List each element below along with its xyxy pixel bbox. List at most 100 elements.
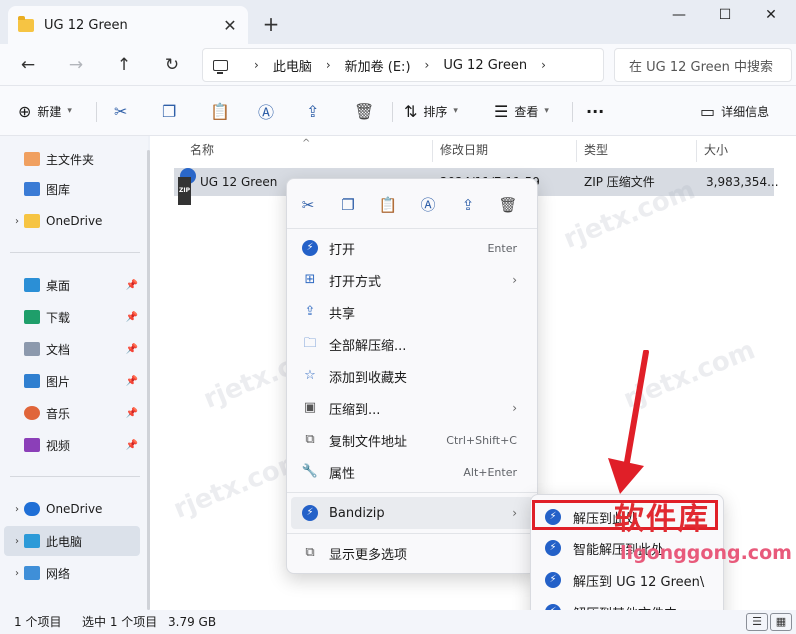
sidebar-item-this-pc[interactable]: › 此电脑 xyxy=(4,526,140,556)
sidebar-item-label: 视频 xyxy=(46,438,71,453)
address-bar[interactable]: › 此电脑 › 新加卷 (E:) › UG 12 Green › xyxy=(202,48,604,82)
copy-icon[interactable]: ❐ xyxy=(335,193,361,217)
music-icon xyxy=(24,406,40,420)
menu-item-compress-to[interactable]: ▣ 压缩到... › xyxy=(291,392,533,424)
chevron-right-icon[interactable]: › xyxy=(10,216,24,227)
chevron-right-icon[interactable]: › xyxy=(10,504,24,515)
sidebar-item-gallery[interactable]: 图库 xyxy=(4,174,140,204)
list-view-icon: ☰ xyxy=(494,101,509,121)
share-icon: ⇪ xyxy=(306,101,320,121)
menu-item-add-favorites[interactable]: ☆ 添加到收藏夹 xyxy=(291,360,533,392)
menu-item-label: 复制文件地址 xyxy=(329,434,408,450)
submenu-item-extract-to-folder[interactable]: ⚡ 解压到 UG 12 Green\ xyxy=(535,565,719,595)
cut-button[interactable]: ✂ xyxy=(114,98,133,124)
close-window-button[interactable]: ✕ xyxy=(748,0,794,32)
picture-icon xyxy=(24,374,40,388)
sidebar-item-music[interactable]: 音乐 📌 xyxy=(4,398,140,428)
new-tab-button[interactable]: + xyxy=(258,12,284,38)
rename-icon[interactable]: Ⓐ xyxy=(415,193,441,217)
copy-button[interactable]: ❐ xyxy=(162,98,182,124)
menu-item-properties[interactable]: 🔧 属性 Alt+Enter xyxy=(291,456,533,488)
menu-shortcut: Enter xyxy=(487,241,517,255)
trash-icon[interactable]: 🗑 xyxy=(495,193,521,217)
menu-item-open-with[interactable]: ⊞ 打开方式 › xyxy=(291,264,533,296)
column-header-size[interactable]: 大小 xyxy=(704,136,728,164)
sidebar-item-downloads[interactable]: 下载 📌 xyxy=(4,302,140,332)
bandizip-icon: ⚡ xyxy=(545,572,561,588)
refresh-button[interactable]: ↻ xyxy=(158,52,186,78)
new-label: 新建 xyxy=(37,104,62,119)
paste-button[interactable]: 📋 xyxy=(210,98,236,124)
column-header-name[interactable]: 名称 xyxy=(190,136,214,164)
new-button[interactable]: ⊕ 新建 ▾ xyxy=(18,98,72,124)
menu-item-label: 打开 xyxy=(329,242,356,258)
menu-shortcut: Ctrl+Shift+C xyxy=(446,433,517,447)
trash-icon: 🗑 xyxy=(354,101,375,121)
sidebar-item-videos[interactable]: 视频 📌 xyxy=(4,430,140,460)
sidebar-item-label: 音乐 xyxy=(46,406,71,421)
details-pane-button[interactable]: ▭ 详细信息 xyxy=(700,98,769,124)
chevron-right-icon: › xyxy=(512,401,517,415)
download-icon xyxy=(24,310,40,324)
menu-divider xyxy=(287,533,537,534)
sidebar-item-desktop[interactable]: 桌面 📌 xyxy=(4,270,140,300)
chevron-right-icon[interactable]: › xyxy=(10,536,24,547)
sort-label: 排序 xyxy=(423,104,448,119)
sidebar-item-pictures[interactable]: 图片 📌 xyxy=(4,366,140,396)
brand-url-text: ligonggong.com xyxy=(620,542,792,564)
menu-item-bandizip[interactable]: ⚡ Bandizip › xyxy=(291,497,533,529)
column-divider[interactable] xyxy=(576,140,577,162)
details-view-button[interactable]: ☰ xyxy=(746,613,768,631)
column-divider[interactable] xyxy=(432,140,433,162)
network-icon xyxy=(24,566,40,580)
sidebar-item-onedrive-personal[interactable]: › OneDrive xyxy=(4,494,140,524)
chevron-right-icon[interactable]: › xyxy=(10,568,24,579)
column-header-type[interactable]: 类型 xyxy=(584,136,608,164)
menu-item-label: 打开方式 xyxy=(329,274,382,290)
tab-ug12green[interactable]: UG 12 Green ✕ xyxy=(8,6,248,44)
up-button[interactable]: ↑ xyxy=(110,52,138,78)
chevron-down-icon: ▾ xyxy=(67,106,72,116)
sidebar-item-home[interactable]: 主文件夹 xyxy=(4,144,140,174)
column-header-modified[interactable]: 修改日期 xyxy=(440,136,488,164)
sidebar-item-network[interactable]: › 网络 xyxy=(4,558,140,588)
share-button[interactable]: ⇪ xyxy=(306,98,325,124)
context-menu: ✂ ❐ 📋 Ⓐ ⇪ 🗑 ⚡ 打开 Enter ⊞ 打开方式 › ⇪ 共享 🗀 全… xyxy=(286,178,538,574)
more-options-button[interactable]: ··· xyxy=(586,98,604,124)
menu-item-extract-all[interactable]: 🗀 全部解压缩... xyxy=(291,328,533,360)
sidebar-item-documents[interactable]: 文档 📌 xyxy=(4,334,140,364)
minimize-button[interactable]: — xyxy=(656,0,702,32)
toolbar-divider xyxy=(572,102,573,122)
red-arrow-annotation xyxy=(608,350,649,494)
forward-button[interactable]: → xyxy=(62,52,90,78)
title-bar: UG 12 Green ✕ + — ☐ ✕ xyxy=(0,0,796,44)
cut-icon[interactable]: ✂ xyxy=(295,193,321,217)
breadcrumb-drive-e[interactable]: 新加卷 (E:) xyxy=(345,56,411,75)
menu-item-show-more[interactable]: ⧉ 显示更多选项 xyxy=(291,537,533,569)
command-bar: ⊕ 新建 ▾ ✂ ❐ 📋 Ⓐ ⇪ 🗑 ⇅ 排序 ▾ ☰ 查看 ▾ ··· ▭ 详… xyxy=(0,86,796,136)
paste-icon[interactable]: 📋 xyxy=(375,193,401,217)
computer-icon xyxy=(213,59,228,74)
menu-item-copy-path[interactable]: ⧉ 复制文件地址 Ctrl+Shift+C xyxy=(291,424,533,456)
sort-button[interactable]: ⇅ 排序 ▾ xyxy=(404,98,458,124)
menu-shortcut: Alt+Enter xyxy=(463,465,517,479)
menu-item-open[interactable]: ⚡ 打开 Enter xyxy=(291,232,533,264)
delete-button[interactable]: 🗑 xyxy=(354,98,380,124)
column-divider[interactable] xyxy=(696,140,697,162)
breadcrumb-this-pc[interactable]: 此电脑 xyxy=(273,56,312,75)
tab-close-button[interactable]: ✕ xyxy=(218,16,242,35)
breadcrumb-folder[interactable]: UG 12 Green xyxy=(443,58,527,73)
rename-button[interactable]: Ⓐ xyxy=(258,98,280,124)
share-icon[interactable]: ⇪ xyxy=(455,193,481,217)
sidebar-item-onedrive[interactable]: › OneDrive xyxy=(4,206,140,236)
tiles-view-button[interactable]: ▦ xyxy=(770,613,792,631)
search-input[interactable]: 在 UG 12 Green 中搜索 xyxy=(614,48,792,82)
pin-icon: 📌 xyxy=(125,407,138,419)
navigation-pane: 主文件夹 图库 › OneDrive 桌面 📌 下载 📌 文档 📌 图片 📌 音… xyxy=(0,136,148,610)
maximize-button[interactable]: ☐ xyxy=(702,0,748,32)
view-button[interactable]: ☰ 查看 ▾ xyxy=(494,98,549,124)
menu-item-label: 属性 xyxy=(329,466,356,482)
menu-item-share[interactable]: ⇪ 共享 xyxy=(291,296,533,328)
plus-circle-icon: ⊕ xyxy=(18,101,32,121)
back-button[interactable]: ← xyxy=(14,52,42,78)
